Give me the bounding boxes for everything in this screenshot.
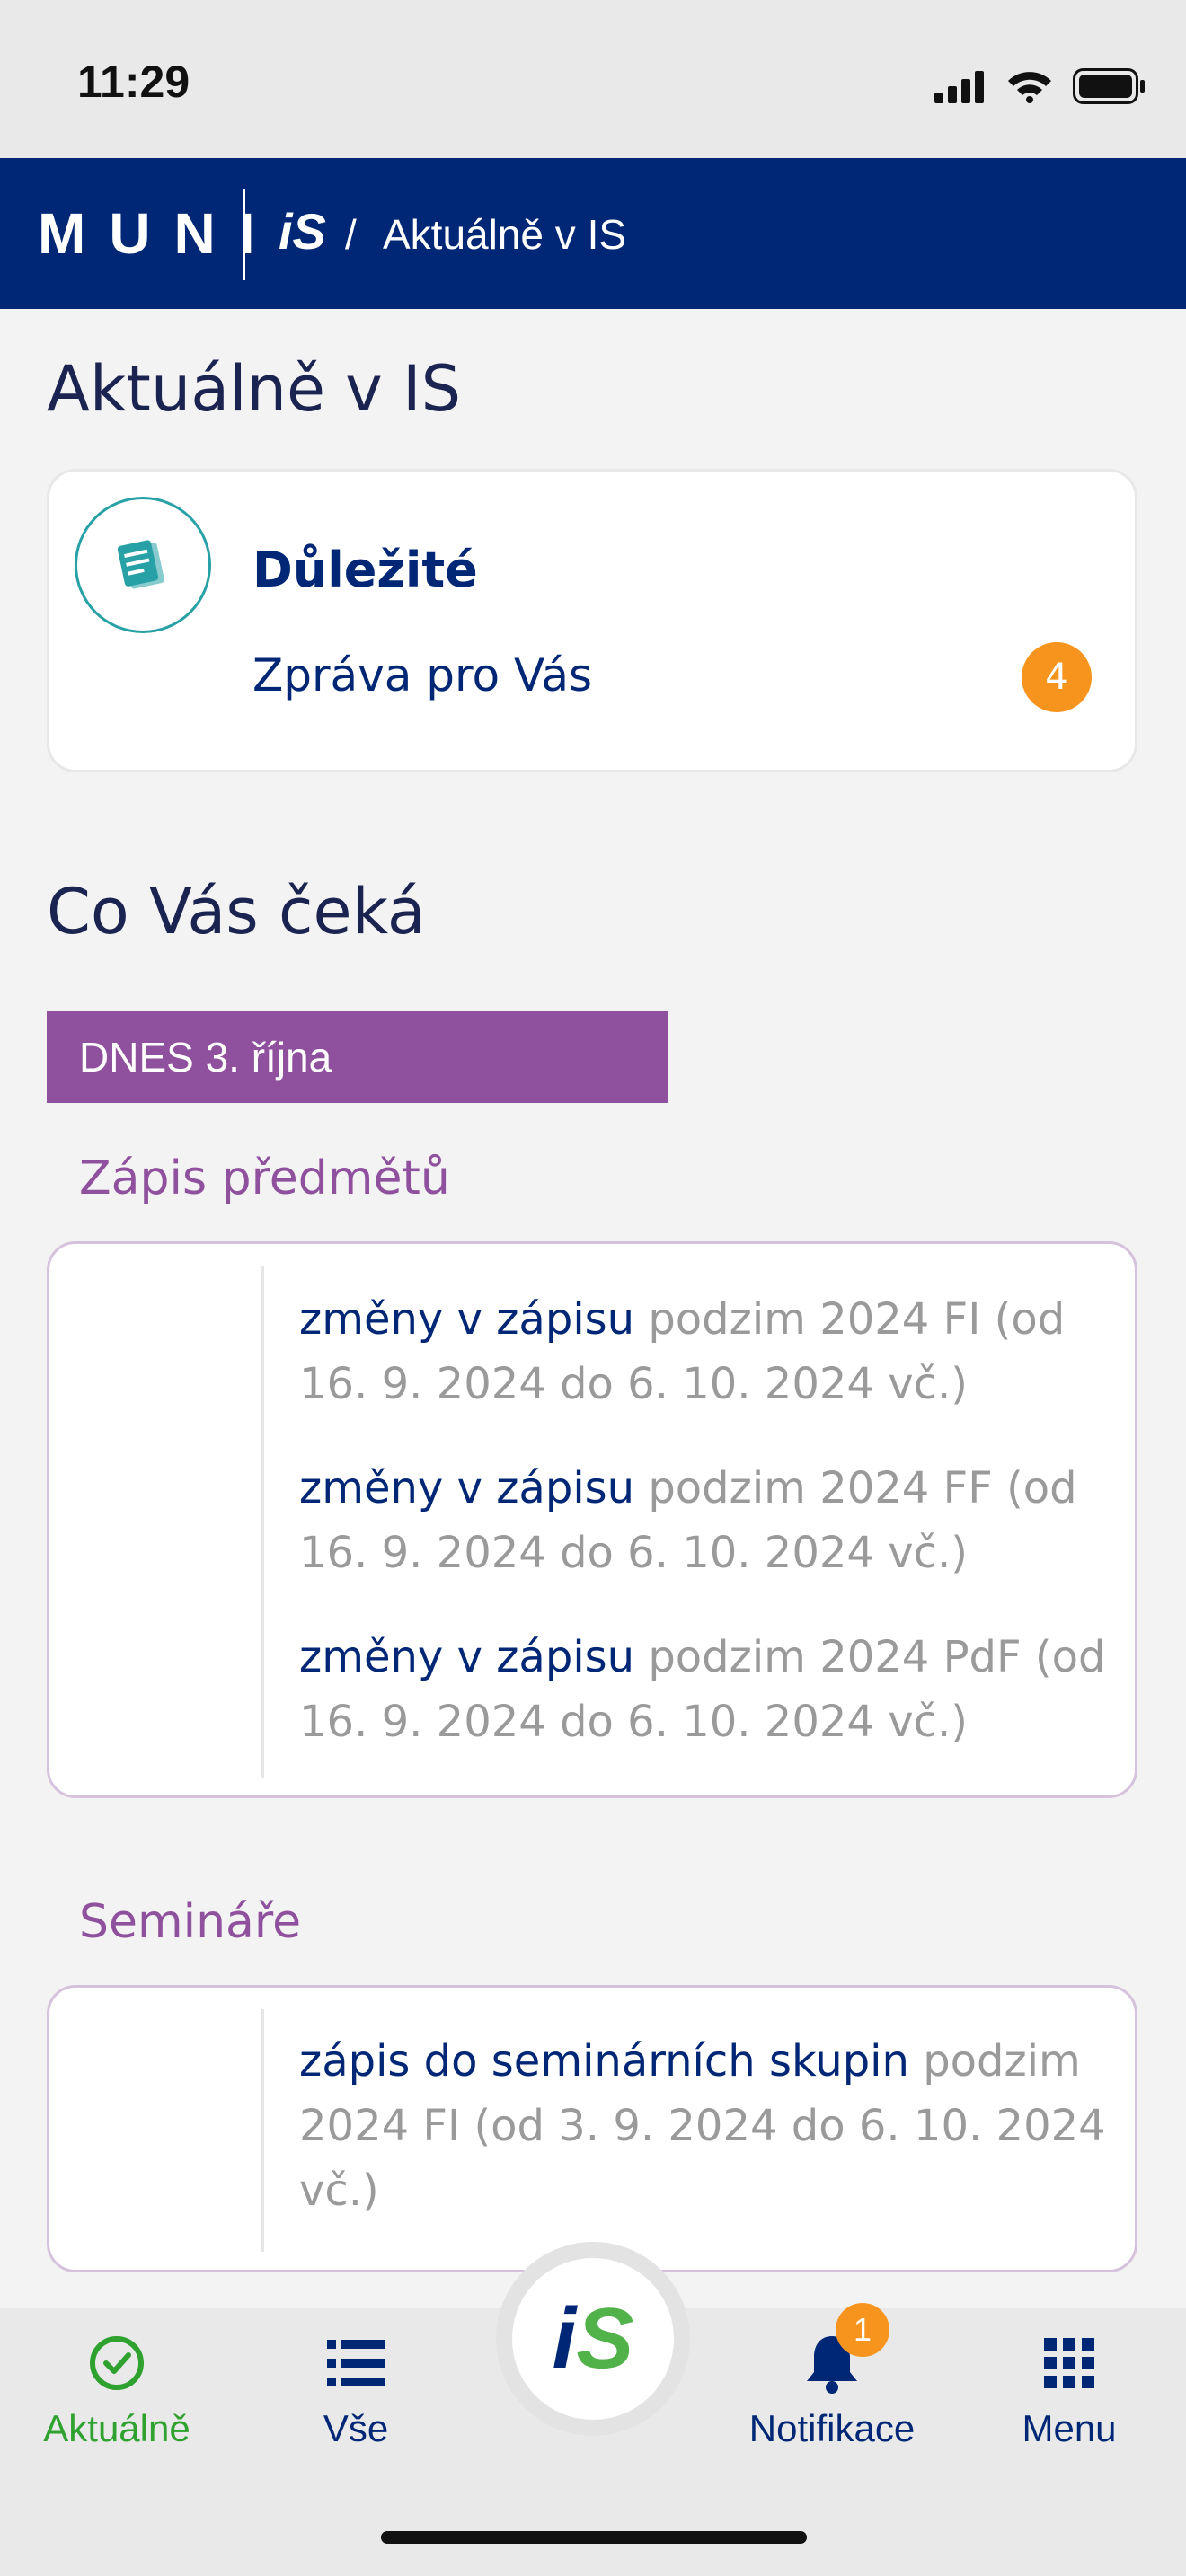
message-count-badge: 4 xyxy=(1022,642,1092,712)
item-link[interactable]: změny v zápisu xyxy=(299,1294,634,1345)
breadcrumb[interactable]: Aktuálně v IS xyxy=(383,210,626,259)
list-item: změny v zápisu podzim 2024 FF (od 16. 9.… xyxy=(299,1463,1077,1578)
check-circle-icon xyxy=(27,2325,207,2402)
document-icon xyxy=(75,497,211,633)
nav-label: Menu xyxy=(1022,2407,1117,2449)
upcoming-title: Co Vás čeká xyxy=(47,875,426,948)
list-item: zápis do seminárních skupin podzim 2024 … xyxy=(299,2036,1106,2216)
list-item: změny v zápisu podzim 2024 FI (od 16. 9.… xyxy=(299,1294,1066,1409)
breadcrumb-separator: / xyxy=(345,211,357,258)
is-logo[interactable]: iS xyxy=(279,207,326,257)
nav-item-vse[interactable]: Vše xyxy=(266,2325,446,2450)
nav-label: Vše xyxy=(323,2407,389,2449)
home-indicator[interactable] xyxy=(381,2531,807,2544)
grid-icon xyxy=(979,2325,1159,2402)
wifi-icon xyxy=(1008,72,1051,103)
timeline-rule xyxy=(261,1266,264,1778)
list-item: změny v zápisu podzim 2024 PdF (od 16. 9… xyxy=(299,1632,1106,1747)
item-link[interactable]: změny v zápisu xyxy=(299,1463,634,1513)
page-title: Aktuálně v IS xyxy=(47,352,462,426)
important-title: Důležité xyxy=(252,542,478,598)
section-title-enrollment: Zápis předmětů xyxy=(79,1151,450,1205)
status-icons xyxy=(934,63,1146,110)
home-is-button[interactable]: iS xyxy=(496,2242,690,2436)
item-link[interactable]: změny v zápisu xyxy=(299,1632,634,1682)
nav-item-menu[interactable]: Menu xyxy=(979,2325,1159,2450)
message-link[interactable]: Zpráva pro Vás xyxy=(252,649,592,701)
section-title-seminars: Semináře xyxy=(79,1895,302,1949)
enrollment-card: změny v zápisu podzim 2024 FI (od 16. 9.… xyxy=(47,1241,1137,1798)
bell-icon xyxy=(742,2325,922,2402)
important-card[interactable]: Důležité Zpráva pro Vás 4 xyxy=(47,469,1137,772)
item-link[interactable]: zápis do seminárních skupin xyxy=(299,2036,909,2086)
nav-item-notifikace[interactable]: Notifikace xyxy=(742,2325,922,2450)
nav-label: Aktuálně xyxy=(43,2407,190,2449)
timeline-rule xyxy=(261,2009,264,2252)
list-icon xyxy=(266,2325,446,2402)
date-tag: DNES 3. října xyxy=(47,1011,668,1103)
seminars-card: zápis do seminárních skupin podzim 2024 … xyxy=(47,1985,1137,2272)
notification-badge: 1 xyxy=(836,2303,890,2357)
status-bar: 11:29 xyxy=(0,0,1186,158)
cellular-signal-icon xyxy=(934,71,984,103)
nav-item-aktualne[interactable]: Aktuálně xyxy=(27,2325,207,2450)
nav-label: Notifikace xyxy=(748,2407,916,2449)
app-header: MUNI iS / Aktuálně v IS xyxy=(0,158,1186,309)
center-is-logo: iS xyxy=(512,2258,674,2420)
battery-icon xyxy=(1073,68,1145,104)
header-divider xyxy=(243,189,245,280)
status-time: 11:29 xyxy=(77,57,190,107)
